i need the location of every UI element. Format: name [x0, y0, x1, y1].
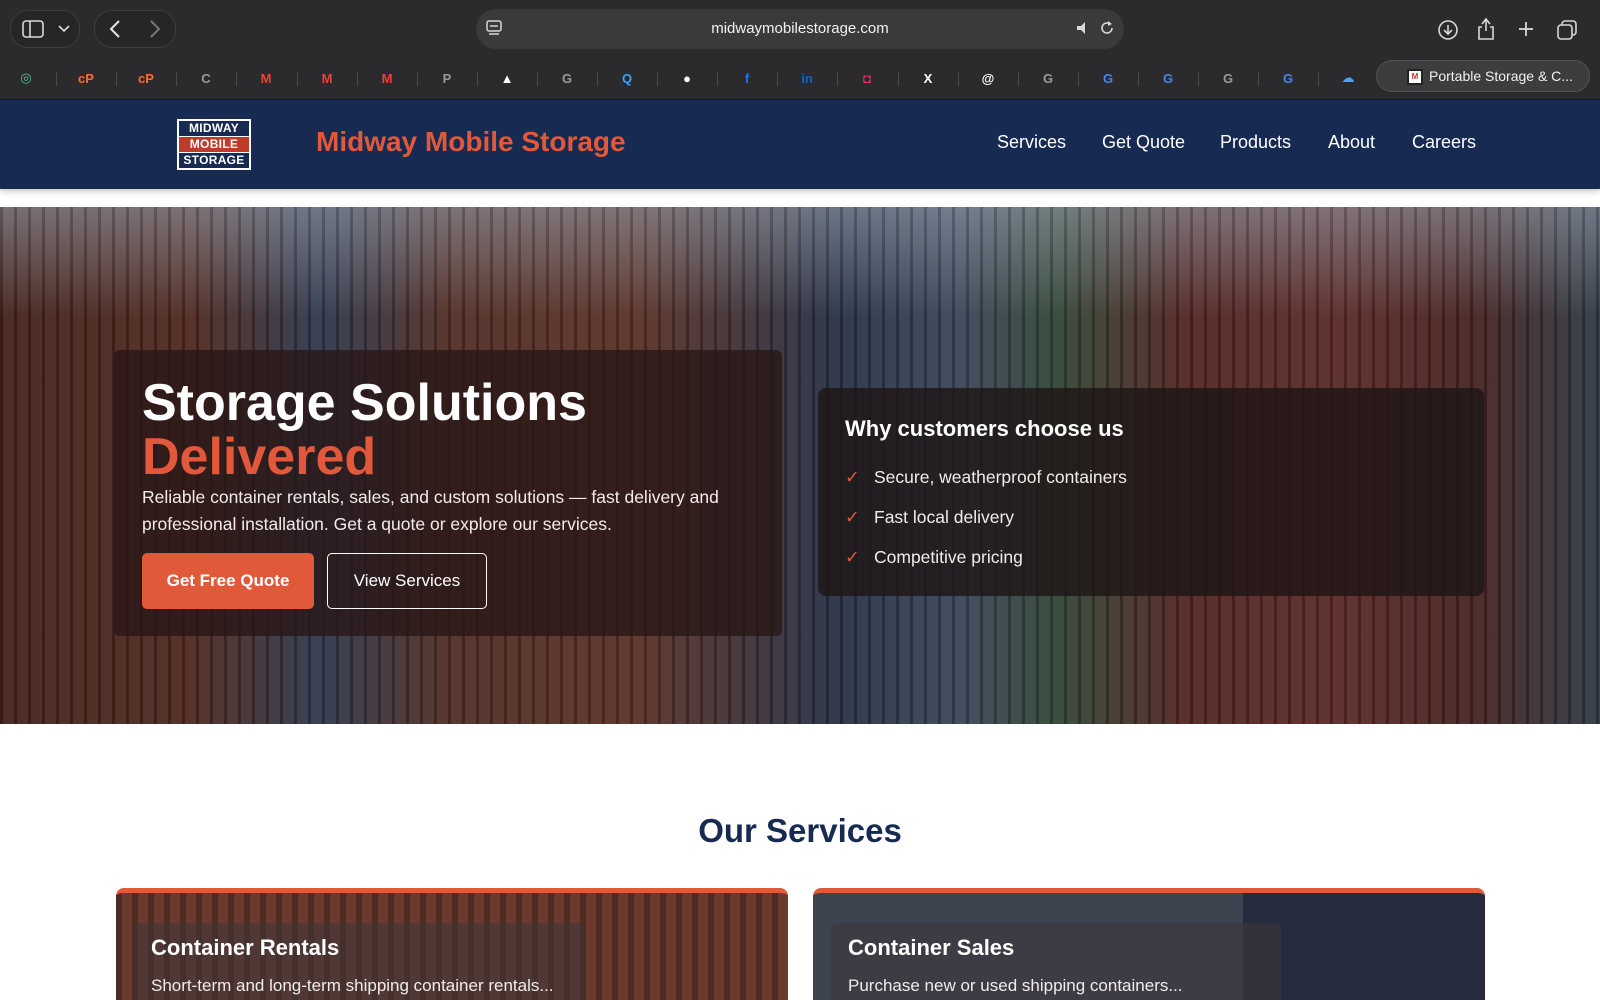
- reload-icon[interactable]: [1098, 19, 1118, 39]
- address-bar[interactable]: midwaymobilestorage.com: [476, 9, 1124, 49]
- bookmark-separator: [357, 72, 358, 86]
- bookmark-separator: [898, 72, 899, 86]
- tab-overview-icon[interactable]: [1555, 18, 1579, 42]
- services-heading: Our Services: [698, 812, 902, 849]
- bookmark-separator: [56, 72, 57, 86]
- downloads-icon[interactable]: [1436, 18, 1460, 42]
- get-free-quote-button[interactable]: Get Free Quote: [142, 553, 314, 609]
- speaker-mute-icon[interactable]: [1074, 19, 1094, 39]
- view-services-button[interactable]: View Services: [327, 553, 487, 609]
- chevron-down-icon[interactable]: [56, 20, 72, 38]
- tab-favicon-icon: M: [1407, 69, 1423, 85]
- bookmark-separator: [837, 72, 838, 86]
- letter-c-icon[interactable]: C: [192, 64, 220, 92]
- service-card-rentals[interactable]: Container Rentals Short-term and long-te…: [116, 888, 788, 1000]
- why-item-text: Fast local delivery: [874, 507, 1015, 527]
- google-icon[interactable]: G: [1094, 64, 1122, 92]
- github-icon[interactable]: ●: [673, 64, 701, 92]
- chatgpt-icon[interactable]: ◎: [12, 64, 40, 92]
- bookmark-separator: [1258, 72, 1259, 86]
- why-item-text: Competitive pricing: [874, 547, 1023, 567]
- bookmark-separator: [176, 72, 177, 86]
- service-card-title: Container Sales: [848, 935, 1015, 960]
- bookmark-separator: [777, 72, 778, 86]
- nav-about[interactable]: About: [1328, 132, 1375, 153]
- linkedin-icon[interactable]: in: [793, 64, 821, 92]
- share-icon[interactable]: [1474, 16, 1498, 42]
- google-icon[interactable]: G: [1154, 64, 1182, 92]
- bookmark-separator: [236, 72, 237, 86]
- nav-careers[interactable]: Careers: [1412, 132, 1476, 153]
- letter-g-icon[interactable]: G: [1214, 64, 1242, 92]
- bookmark-separator: [1018, 72, 1019, 86]
- bookmark-separator: [657, 72, 658, 86]
- gmail-icon[interactable]: M: [313, 64, 341, 92]
- forward-icon[interactable]: [144, 18, 166, 40]
- bookmark-separator: [417, 72, 418, 86]
- logo-line-3: STORAGE: [179, 153, 249, 168]
- google-icon[interactable]: G: [1274, 64, 1302, 92]
- bookmark-separator: [597, 72, 598, 86]
- service-card-description: Purchase new or used shipping containers…: [848, 976, 1183, 995]
- bookmark-separator: [297, 72, 298, 86]
- threads-icon[interactable]: @: [974, 64, 1002, 92]
- bookmark-separator: [116, 72, 117, 86]
- checkmark-icon: ✓: [845, 547, 860, 567]
- facebook-icon[interactable]: f: [733, 64, 761, 92]
- letter-g-icon[interactable]: G: [553, 64, 581, 92]
- new-tab-icon[interactable]: [1515, 18, 1537, 40]
- instagram-icon[interactable]: ◘: [853, 64, 881, 92]
- bookmark-separator: [477, 72, 478, 86]
- bookmark-separator: [717, 72, 718, 86]
- triangle-app-icon[interactable]: ▲: [493, 64, 521, 92]
- bookmark-separator: [1078, 72, 1079, 86]
- url-text: midwaymobilestorage.com: [711, 20, 889, 37]
- bookmark-separator: [537, 72, 538, 86]
- bookmark-separator: [958, 72, 959, 86]
- why-item-text: Secure, weatherproof containers: [874, 467, 1127, 487]
- why-choose-us-title: Why customers choose us: [845, 416, 1124, 441]
- site-logo[interactable]: MIDWAY MOBILE STORAGE: [175, 117, 253, 172]
- letter-p-icon[interactable]: P: [433, 64, 461, 92]
- magnifier-q-icon[interactable]: Q: [613, 64, 641, 92]
- cpanel-icon[interactable]: cP: [132, 64, 160, 92]
- checkmark-icon: ✓: [845, 507, 860, 527]
- back-icon[interactable]: [104, 18, 126, 40]
- service-card-sales[interactable]: Container Sales Purchase new or used shi…: [813, 888, 1485, 1000]
- x-icon[interactable]: X: [914, 64, 942, 92]
- gmail-icon[interactable]: M: [373, 64, 401, 92]
- brand-name[interactable]: Midway Mobile Storage: [316, 126, 626, 158]
- nav-get-quote[interactable]: Get Quote: [1102, 132, 1185, 153]
- nav-products[interactable]: Products: [1220, 132, 1291, 153]
- cpanel-icon[interactable]: cP: [72, 64, 100, 92]
- letter-g-icon[interactable]: G: [1034, 64, 1062, 92]
- hero-description: Reliable container rentals, sales, and c…: [142, 487, 719, 534]
- nav-services[interactable]: Services: [997, 132, 1066, 153]
- service-card-title: Container Rentals: [151, 935, 340, 960]
- cloud-app-icon[interactable]: ☁: [1334, 64, 1362, 92]
- gmail-icon[interactable]: M: [252, 64, 280, 92]
- active-tab[interactable]: M Portable Storage & C...: [1376, 60, 1590, 92]
- hero-title-line-2: Delivered: [142, 428, 377, 486]
- hero-title-line-1: Storage Solutions: [142, 374, 587, 432]
- bookmark-separator: [1318, 72, 1319, 86]
- sidebar-icon[interactable]: [20, 18, 46, 40]
- logo-line-2: MOBILE: [179, 137, 249, 152]
- bookmark-separator: [1138, 72, 1139, 86]
- logo-line-1: MIDWAY: [179, 121, 249, 136]
- active-tab-label: Portable Storage & C...: [1429, 68, 1573, 84]
- bookmark-separator: [1198, 72, 1199, 86]
- checkmark-icon: ✓: [845, 467, 860, 487]
- service-card-description: Short-term and long-term shipping contai…: [151, 976, 554, 995]
